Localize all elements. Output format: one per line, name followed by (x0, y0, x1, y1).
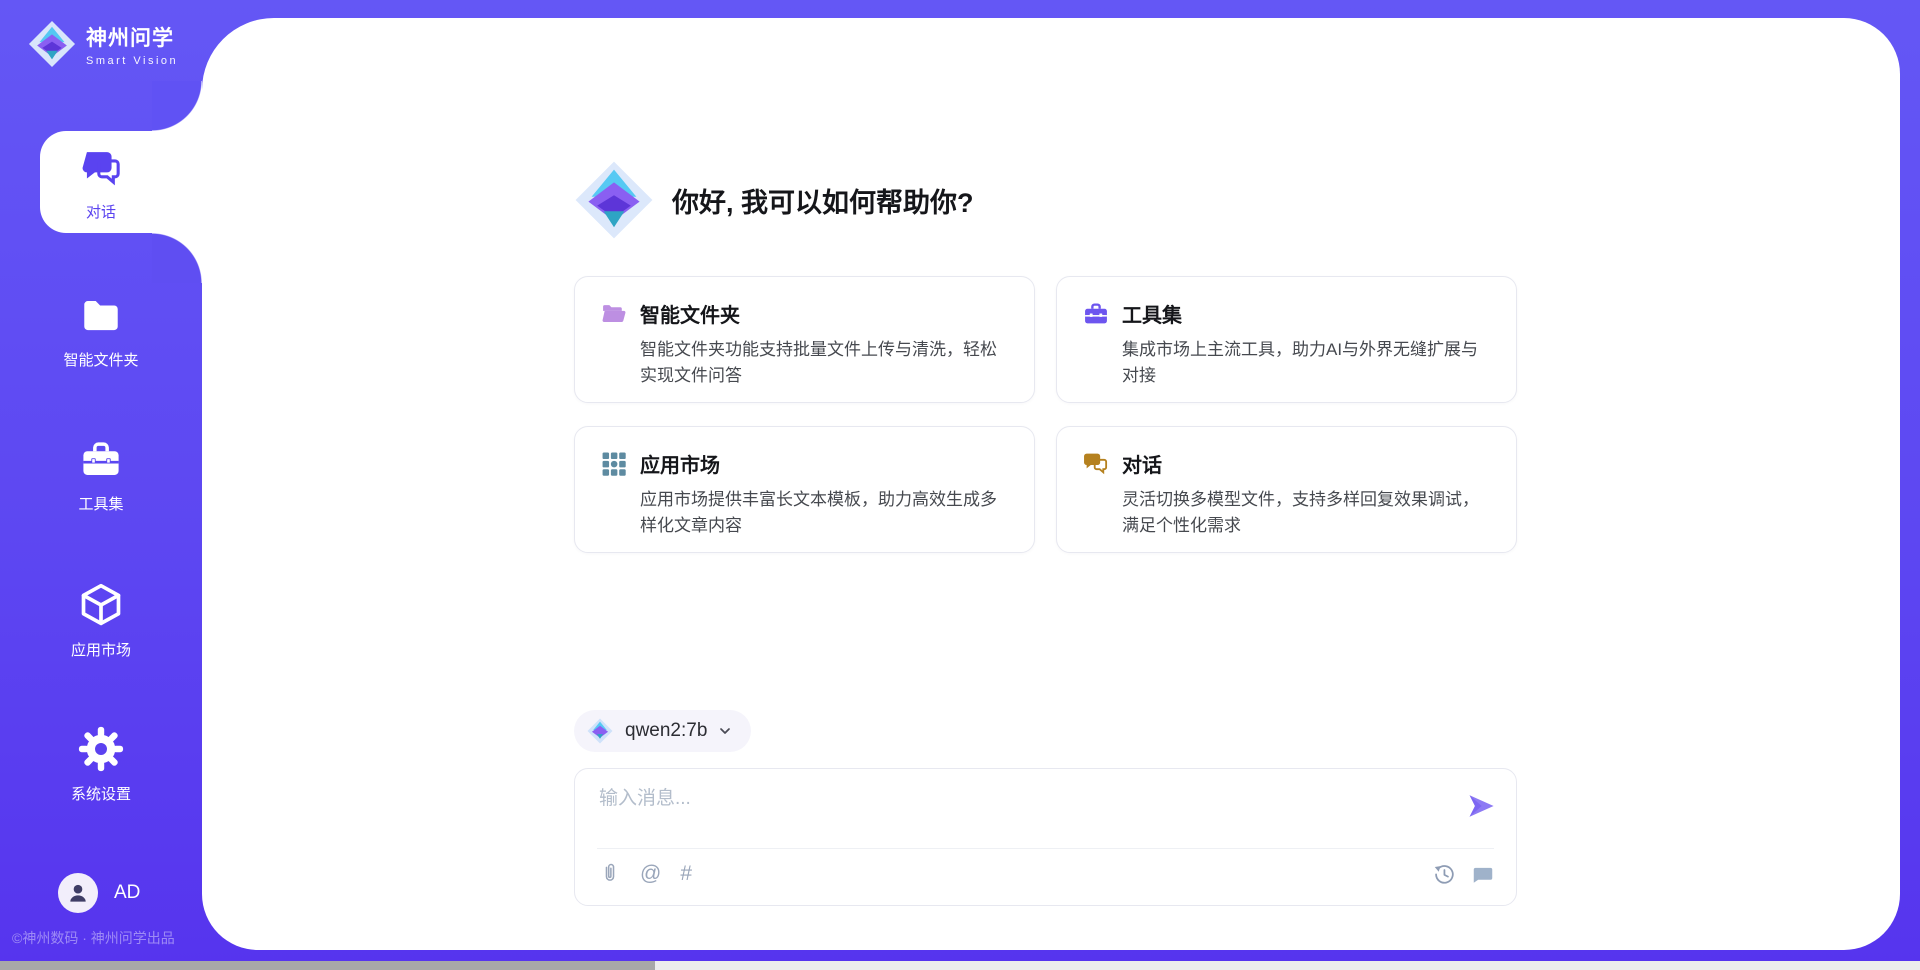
model-name: qwen2:7b (625, 720, 707, 742)
sidebar-item-chat[interactable]: 对话 (0, 146, 202, 222)
card-title: 对话 (1122, 449, 1162, 478)
gem-logo-icon (574, 160, 654, 240)
chat-icon (79, 146, 123, 190)
user-account[interactable]: AD (58, 873, 140, 913)
gem-logo-icon (587, 718, 613, 744)
card-title: 应用市场 (640, 449, 720, 478)
person-icon (66, 881, 90, 905)
horizontal-scrollbar (0, 961, 1920, 970)
sidebar-item-smart-folder[interactable]: 智能文件夹 (0, 294, 202, 370)
grid-icon (601, 451, 627, 477)
card-description: 集成市场上主流工具，助力AI与外界无缝扩展与对接 (1122, 337, 1494, 390)
user-initials: AD (114, 882, 140, 904)
hashtag-icon[interactable]: # (680, 863, 692, 885)
chevron-down-icon (717, 723, 733, 739)
sidebar-item-label: 智能文件夹 (0, 349, 202, 370)
card-title: 工具集 (1122, 299, 1182, 328)
card-chat[interactable]: 对话 灵活切换多模型文件，支持多样回复效果调试，满足个性化需求 (1056, 426, 1517, 553)
brand-logo: 神州问学 Smart Vision (28, 20, 178, 68)
model-selector[interactable]: qwen2:7b (574, 710, 751, 752)
message-input[interactable] (599, 783, 1459, 841)
greeting-block: 你好, 我可以如何帮助你? (574, 160, 974, 240)
toolbox-icon (79, 438, 123, 482)
toolbox-icon (1083, 301, 1109, 327)
composer-tools-right (1433, 863, 1494, 885)
mention-icon[interactable]: @ (640, 863, 661, 885)
gem-logo-icon (28, 20, 76, 68)
sidebar-item-toolbox[interactable]: 工具集 (0, 438, 202, 514)
card-toolbox[interactable]: 工具集 集成市场上主流工具，助力AI与外界无缝扩展与对接 (1056, 276, 1517, 403)
cube-icon (78, 582, 124, 628)
sidebar-item-label: 对话 (0, 201, 202, 222)
chat-icon (1083, 451, 1109, 477)
card-title: 智能文件夹 (640, 299, 740, 328)
send-icon[interactable] (1466, 791, 1496, 821)
history-icon[interactable] (1433, 863, 1455, 885)
horizontal-scrollbar-thumb[interactable] (0, 961, 655, 970)
card-smart-folder[interactable]: 智能文件夹 智能文件夹功能支持批量文件上传与清洗，轻松实现文件问答 (574, 276, 1035, 403)
sidebar-item-app-market[interactable]: 应用市场 (0, 582, 202, 660)
sidebar-item-label: 系统设置 (0, 783, 202, 804)
sidebar-item-label: 工具集 (0, 493, 202, 514)
feedback-bubble-icon[interactable] (1472, 863, 1494, 885)
composer-tools-left: @ # (599, 863, 692, 885)
feature-cards: 智能文件夹 智能文件夹功能支持批量文件上传与清洗，轻松实现文件问答 工具集 集成… (574, 276, 1517, 553)
brand-subtitle: Smart Vision (86, 55, 178, 67)
greeting-title: 你好, 我可以如何帮助你? (672, 181, 974, 220)
card-app-market[interactable]: 应用市场 应用市场提供丰富长文本模板，助力高效生成多样化文章内容 (574, 426, 1035, 553)
gear-icon (78, 726, 124, 772)
sidebar: 神州问学 Smart Vision 对话 智能文件夹 工具 (0, 0, 202, 970)
sidebar-item-settings[interactable]: 系统设置 (0, 726, 202, 804)
avatar (58, 873, 98, 913)
brand-name: 神州问学 (86, 22, 178, 52)
copyright-text: ©神州数码 · 神州问学出品 (12, 928, 202, 948)
message-composer: @ # (574, 768, 1517, 906)
composer-divider (597, 848, 1494, 849)
card-description: 智能文件夹功能支持批量文件上传与清洗，轻松实现文件问答 (640, 337, 1012, 390)
attachment-icon[interactable] (599, 863, 621, 885)
folder-icon (79, 294, 123, 338)
folder-open-icon (601, 301, 627, 327)
card-description: 应用市场提供丰富长文本模板，助力高效生成多样化文章内容 (640, 487, 1012, 540)
card-description: 灵活切换多模型文件，支持多样回复效果调试，满足个性化需求 (1122, 487, 1494, 540)
sidebar-item-label: 应用市场 (0, 639, 202, 660)
